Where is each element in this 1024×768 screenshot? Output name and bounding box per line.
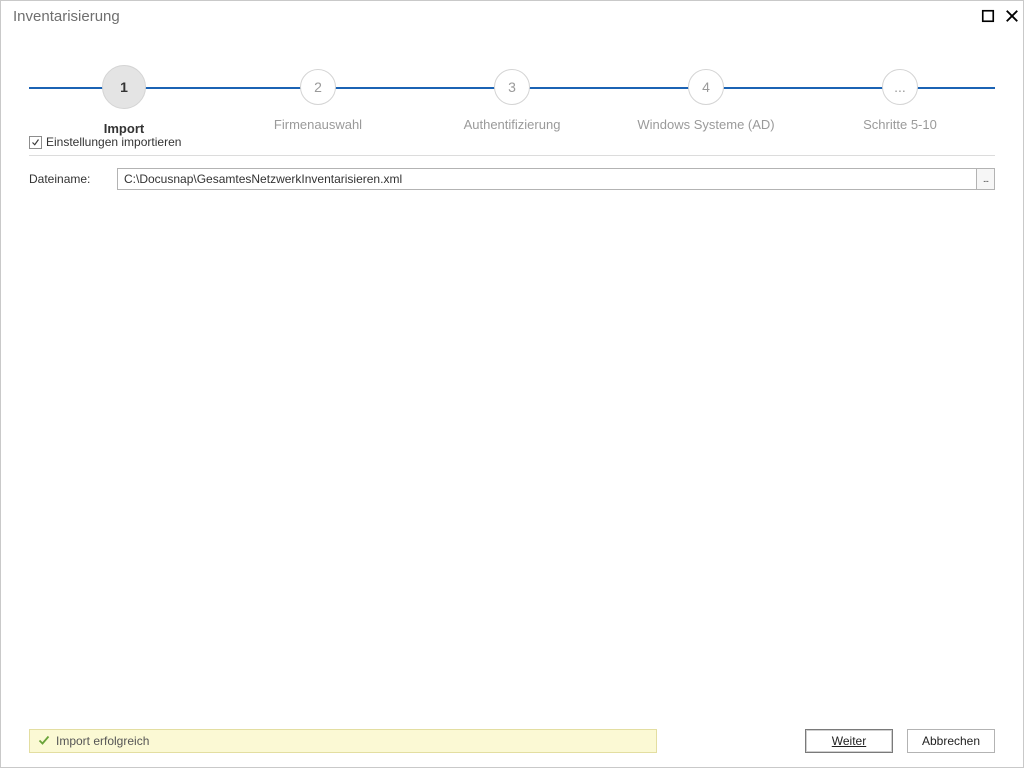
footer: Import erfolgreich Weiter Abbrechen bbox=[1, 719, 1023, 767]
titlebar: Inventarisierung bbox=[1, 1, 1023, 31]
step-more[interactable]: ... Schritte 5-10 bbox=[805, 57, 995, 136]
step-circle: 4 bbox=[688, 69, 724, 105]
step-label: Schritte 5-10 bbox=[863, 117, 937, 132]
step-circle: 1 bbox=[102, 65, 146, 109]
file-input-wrapper: ... bbox=[117, 168, 995, 190]
checkbox-icon[interactable] bbox=[29, 136, 42, 149]
cancel-button[interactable]: Abbrechen bbox=[907, 729, 995, 753]
status-text: Import erfolgreich bbox=[56, 734, 149, 748]
step-firmenauswahl[interactable]: 2 Firmenauswahl bbox=[223, 57, 413, 136]
window-title: Inventarisierung bbox=[13, 8, 981, 25]
next-button[interactable]: Weiter bbox=[805, 729, 893, 753]
window-controls bbox=[981, 9, 1019, 23]
browse-button[interactable]: ... bbox=[976, 169, 994, 189]
check-icon bbox=[38, 734, 50, 749]
close-icon[interactable] bbox=[1005, 9, 1019, 23]
step-circle: 2 bbox=[300, 69, 336, 105]
import-settings-label: Einstellungen importieren bbox=[46, 135, 181, 149]
step-authentifizierung[interactable]: 3 Authentifizierung bbox=[417, 57, 607, 136]
step-windows-systeme[interactable]: 4 Windows Systeme (AD) bbox=[611, 57, 801, 136]
file-path-input[interactable] bbox=[118, 169, 976, 189]
step-label: Windows Systeme (AD) bbox=[637, 117, 774, 132]
wizard-body: Einstellungen importieren Dateiname: ... bbox=[1, 129, 1023, 719]
file-label: Dateiname: bbox=[29, 172, 107, 186]
wizard-window: Inventarisierung 1 Import 2 Firmenauswah… bbox=[0, 0, 1024, 768]
stepper: 1 Import 2 Firmenauswahl 3 Authentifizie… bbox=[1, 31, 1023, 129]
step-circle: ... bbox=[882, 69, 918, 105]
status-bar: Import erfolgreich bbox=[29, 729, 657, 753]
maximize-icon[interactable] bbox=[981, 9, 995, 23]
step-label: Import bbox=[104, 121, 144, 136]
step-label: Firmenauswahl bbox=[274, 117, 362, 132]
import-settings-toggle[interactable]: Einstellungen importieren bbox=[29, 135, 995, 156]
step-label: Authentifizierung bbox=[464, 117, 561, 132]
step-import[interactable]: 1 Import bbox=[29, 57, 219, 136]
file-row: Dateiname: ... bbox=[29, 168, 995, 190]
step-circle: 3 bbox=[494, 69, 530, 105]
